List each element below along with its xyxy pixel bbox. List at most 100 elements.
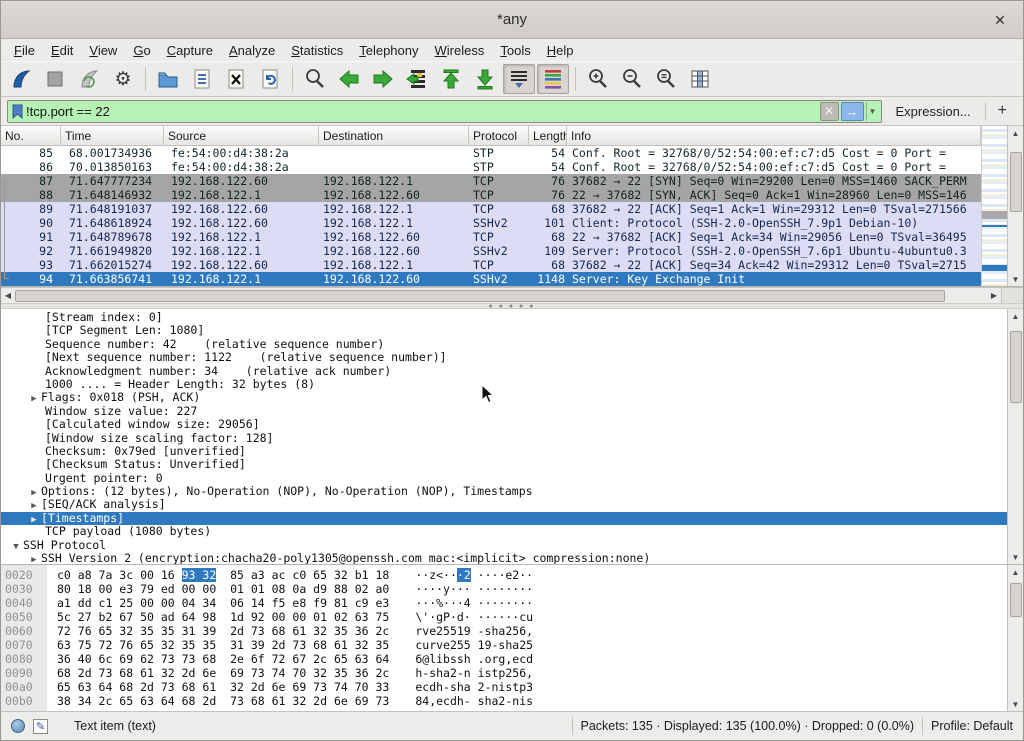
vscroll-thumb[interactable] xyxy=(1010,583,1022,617)
scroll-down-icon[interactable]: ▼ xyxy=(1009,697,1023,711)
detail-line[interactable]: [Calculated window size: 29056] xyxy=(1,418,1007,431)
menu-go[interactable]: Go xyxy=(126,41,157,60)
detail-line[interactable]: Sequence number: 42 (relative sequence n… xyxy=(1,338,1007,351)
hex-row[interactable]: 003080 18 00 e3 79 ed 00 00 01 01 08 0a … xyxy=(1,582,1007,596)
detail-line[interactable]: ▶Options: (12 bytes), No-Operation (NOP)… xyxy=(1,485,1007,498)
scroll-down-icon[interactable]: ▼ xyxy=(1009,272,1023,286)
bookmark-icon[interactable] xyxy=(8,104,26,119)
display-filter-input[interactable] xyxy=(26,104,820,119)
hscroll-thumb[interactable] xyxy=(15,290,945,302)
auto-scroll-toggle[interactable] xyxy=(503,64,535,94)
packet-list-header[interactable]: No. Time Source Destination Protocol Len… xyxy=(1,126,981,146)
packet-row-89[interactable]: 8971.648191037192.168.122.60192.168.122.… xyxy=(1,202,981,216)
detail-line[interactable]: ▶[SEQ/ACK analysis] xyxy=(1,498,1007,511)
hex-row[interactable]: 00a065 63 64 68 2d 73 68 61 32 2d 6e 69 … xyxy=(1,680,1007,694)
detail-line[interactable]: [Stream index: 0] xyxy=(1,311,1007,324)
column-no[interactable]: No. xyxy=(1,126,61,145)
detail-line[interactable]: Urgent pointer: 0 xyxy=(1,472,1007,485)
capture-comment-icon[interactable]: ✎ xyxy=(33,719,48,734)
detail-line[interactable]: Checksum: 0x79ed [unverified] xyxy=(1,445,1007,458)
column-source[interactable]: Source xyxy=(164,126,319,145)
colorize-toggle[interactable] xyxy=(537,64,569,94)
menu-capture[interactable]: Capture xyxy=(160,41,220,60)
close-icon[interactable]: ✕ xyxy=(991,11,1009,29)
collapsed-icon[interactable]: ▶ xyxy=(27,500,41,511)
capture-options-button[interactable]: ⚙ xyxy=(107,64,139,94)
packet-minimap-scrollbar[interactable] xyxy=(981,126,1007,286)
hex-row[interactable]: 009068 2d 73 68 61 32 2d 6e 69 73 74 70 … xyxy=(1,666,1007,680)
menu-tools[interactable]: Tools xyxy=(493,41,537,60)
profile-label[interactable]: Profile: Default xyxy=(931,719,1013,733)
clear-filter-icon[interactable]: ✕ xyxy=(820,102,839,121)
detail-vscrollbar[interactable]: ▲ ▼ xyxy=(1007,309,1023,564)
hex-row[interactable]: 00b038 34 2c 65 63 64 68 2d 73 68 61 32 … xyxy=(1,694,1007,708)
packet-row-93[interactable]: 9371.662015274192.168.122.60192.168.122.… xyxy=(1,258,981,272)
column-protocol[interactable]: Protocol xyxy=(469,126,529,145)
reload-file-button[interactable] xyxy=(254,64,286,94)
title-bar[interactable]: *any ✕ xyxy=(1,1,1023,39)
apply-filter-icon[interactable]: → xyxy=(841,102,864,121)
hex-row[interactable]: 006072 76 65 32 35 35 31 39 2d 73 68 61 … xyxy=(1,624,1007,638)
find-packet-button[interactable] xyxy=(299,64,331,94)
packet-row-92[interactable]: 9271.661949820192.168.122.1192.168.122.6… xyxy=(1,244,981,258)
go-last-button[interactable] xyxy=(469,64,501,94)
detail-line[interactable]: 1000 .... = Header Length: 32 bytes (8) xyxy=(1,378,1007,391)
menu-file[interactable]: File xyxy=(7,41,42,60)
scroll-down-icon[interactable]: ▼ xyxy=(1009,550,1023,564)
detail-line[interactable]: [Checksum Status: Unverified] xyxy=(1,458,1007,471)
go-to-packet-button[interactable] xyxy=(401,64,433,94)
packet-row-86[interactable]: 8670.013850163fe:54:00:d4:38:2aSTP54Conf… xyxy=(1,160,981,174)
detail-line[interactable]: [Next sequence number: 1122 (relative se… xyxy=(1,351,1007,364)
add-filter-button[interactable]: + xyxy=(992,102,1017,120)
collapsed-icon[interactable]: ▶ xyxy=(27,487,41,498)
packet-row-85[interactable]: 8568.001734936fe:54:00:d4:38:2aSTP54Conf… xyxy=(1,146,981,160)
detail-line[interactable]: [Window size scaling factor: 128] xyxy=(1,432,1007,445)
expanded-icon[interactable]: ▼ xyxy=(9,541,23,552)
detail-line[interactable]: [TCP Segment Len: 1080] xyxy=(1,324,1007,337)
hex-vscrollbar[interactable]: ▲ ▼ xyxy=(1007,565,1023,711)
detail-line[interactable]: ▶[Timestamps] xyxy=(1,512,1007,525)
menu-help[interactable]: Help xyxy=(540,41,581,60)
vscroll-thumb[interactable] xyxy=(1010,331,1022,403)
go-forward-button[interactable] xyxy=(367,64,399,94)
go-back-button[interactable] xyxy=(333,64,365,94)
collapsed-icon[interactable]: ▶ xyxy=(27,393,41,404)
packet-list-vscrollbar[interactable]: ▲ ▼ xyxy=(1007,126,1023,286)
menu-telephony[interactable]: Telephony xyxy=(352,41,425,60)
hex-row[interactable]: 00505c 27 b2 67 50 ad 64 98 1d 92 00 00 … xyxy=(1,610,1007,624)
menu-statistics[interactable]: Statistics xyxy=(284,41,350,60)
column-length[interactable]: Length xyxy=(529,126,567,145)
collapsed-icon[interactable]: ▶ xyxy=(27,514,41,525)
packet-row-94[interactable]: 9471.663856741192.168.122.1192.168.122.6… xyxy=(1,272,981,286)
packet-row-87[interactable]: 8771.647777234192.168.122.60192.168.122.… xyxy=(1,174,981,188)
zoom-in-button[interactable] xyxy=(582,64,614,94)
scroll-right-icon[interactable]: ▶ xyxy=(987,289,1001,303)
menu-edit[interactable]: Edit xyxy=(44,41,80,60)
display-filter-field[interactable]: ✕ → ▼ xyxy=(7,100,882,123)
column-info[interactable]: Info xyxy=(567,126,981,145)
expert-info-icon[interactable] xyxy=(11,719,25,733)
menu-wireless[interactable]: Wireless xyxy=(428,41,492,60)
restart-capture-button[interactable] xyxy=(73,64,105,94)
menu-view[interactable]: View xyxy=(82,41,124,60)
zoom-original-button[interactable] xyxy=(650,64,682,94)
zoom-out-button[interactable] xyxy=(616,64,648,94)
scroll-up-icon[interactable]: ▲ xyxy=(1009,126,1023,140)
go-first-button[interactable] xyxy=(435,64,467,94)
save-file-button[interactable] xyxy=(186,64,218,94)
scroll-up-icon[interactable]: ▲ xyxy=(1009,565,1023,579)
close-file-button[interactable] xyxy=(220,64,252,94)
vscroll-thumb[interactable] xyxy=(1010,152,1022,212)
packet-row-88[interactable]: 8871.648146932192.168.122.1192.168.122.6… xyxy=(1,188,981,202)
column-time[interactable]: Time xyxy=(61,126,164,145)
scroll-up-icon[interactable]: ▲ xyxy=(1009,309,1023,323)
packet-row-90[interactable]: 9071.648618924192.168.122.60192.168.122.… xyxy=(1,216,981,230)
detail-line[interactable]: Window size value: 227 xyxy=(1,405,1007,418)
detail-line[interactable]: ▶Flags: 0x018 (PSH, ACK) xyxy=(1,391,1007,404)
hex-row[interactable]: 008036 40 6c 69 62 73 73 68 2e 6f 72 67 … xyxy=(1,652,1007,666)
detail-line[interactable]: ▼SSH Protocol xyxy=(1,539,1007,552)
menu-analyze[interactable]: Analyze xyxy=(222,41,282,60)
column-destination[interactable]: Destination xyxy=(319,126,469,145)
hex-row[interactable]: 0040a1 dd c1 25 00 00 04 34 06 14 f5 e8 … xyxy=(1,596,1007,610)
collapsed-icon[interactable]: ▶ xyxy=(27,554,41,564)
